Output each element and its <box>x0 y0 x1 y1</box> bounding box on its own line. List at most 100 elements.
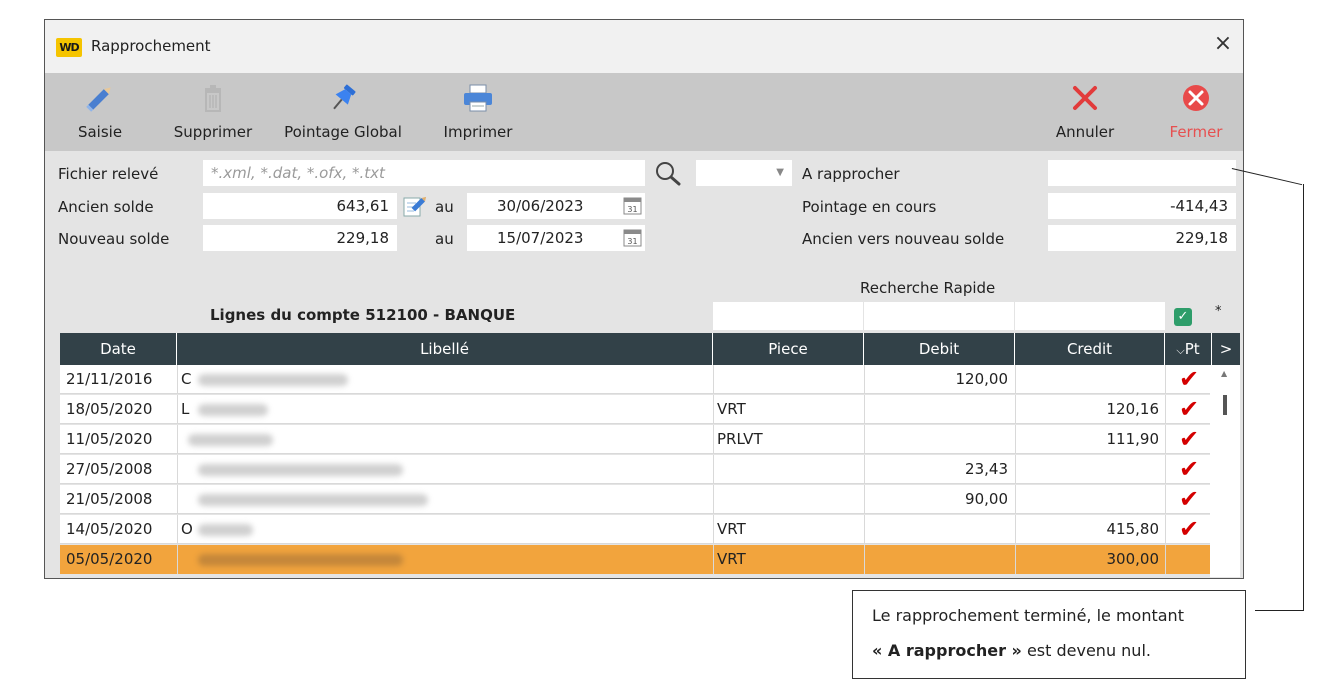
calendar-icon[interactable]: 31 <box>623 196 643 216</box>
saisie-label: Saisie <box>77 123 123 141</box>
nouveau-solde-field[interactable]: 229,18 <box>203 225 397 251</box>
table-row[interactable]: 21/11/2016 C 120,00 ✔ <box>60 365 1210 394</box>
table-header: Date Libellé Piece Debit Credit ⌵Pt > <box>60 333 1240 365</box>
ancien-vers-nouveau-label: Ancien vers nouveau solde <box>802 230 1005 248</box>
table-row[interactable]: 05/05/2020 VRT 300,00 <box>60 545 1210 574</box>
scroll-up-icon[interactable]: ▲ <box>1221 369 1227 378</box>
fichier-releve-input[interactable]: *.xml, *.dat, *.ofx, *.txt <box>203 160 645 186</box>
cell-credit: 120,16 <box>1106 400 1160 418</box>
calendar-day: 31 <box>627 205 637 214</box>
cell-debit <box>868 425 1008 454</box>
close-circle-icon <box>1153 81 1239 115</box>
rapprochement-window: WD Rapprochement × Saisie Supprimer Poin… <box>44 19 1244 579</box>
edit-note-icon[interactable] <box>401 192 429 220</box>
nouveau-date-field[interactable]: 15/07/2023 <box>467 225 645 251</box>
saisie-button[interactable]: Saisie <box>61 73 139 151</box>
a-rapprocher-label: A rapprocher <box>802 165 900 183</box>
pointage-global-button[interactable]: Pointage Global <box>271 73 415 151</box>
ancien-vers-nouveau-field: 229,18 <box>1048 225 1236 251</box>
column-more-button[interactable]: > <box>1212 333 1240 365</box>
scrollbar-thumb[interactable] <box>1223 395 1227 415</box>
fermer-button[interactable]: Fermer <box>1153 73 1239 151</box>
callout-line-1: Le rapprochement terminé, le montant <box>872 606 1184 625</box>
cell-piece: PRLVT <box>717 430 763 448</box>
title-bar: WD Rapprochement × <box>45 20 1243 73</box>
nouveau-au-label: au <box>435 230 454 248</box>
supprimer-button[interactable]: Supprimer <box>167 73 259 151</box>
table-row[interactable]: 18/05/2020 L VRT 120,16 ✔ <box>60 395 1210 424</box>
calendar-icon[interactable]: 31 <box>623 228 643 248</box>
pointage-global-label: Pointage Global <box>284 123 402 141</box>
quick-search-debit[interactable] <box>864 302 1014 330</box>
cell-date: 27/05/2008 <box>66 460 153 478</box>
callout-bold-text: « A rapprocher » <box>872 641 1022 660</box>
supprimer-label: Supprimer <box>173 123 253 141</box>
vertical-scrollbar[interactable]: ▲ <box>1210 365 1240 577</box>
cell-piece: VRT <box>717 520 746 538</box>
imprimer-button[interactable]: Imprimer <box>433 73 523 151</box>
annuler-button[interactable]: Annuler <box>1045 73 1125 151</box>
chevron-down-icon: ▼ <box>776 167 784 178</box>
checkmark-icon[interactable]: ✔ <box>1168 365 1210 394</box>
pointage-en-cours-field: -414,43 <box>1048 193 1236 219</box>
cell-piece: VRT <box>717 400 746 418</box>
fichier-releve-label: Fichier relevé <box>58 165 159 183</box>
search-icon[interactable] <box>653 159 683 187</box>
table-row[interactable]: 11/05/2020 PRLVT 111,90 ✔ <box>60 425 1210 454</box>
cell-date: 21/05/2008 <box>66 490 153 508</box>
cell-debit: 23,43 <box>965 460 1008 478</box>
redacted-text <box>198 374 348 386</box>
cell-date: 14/05/2020 <box>66 520 153 538</box>
column-header-credit[interactable]: Credit <box>1015 333 1165 365</box>
cell-date: 05/05/2020 <box>66 550 153 568</box>
window-close-button[interactable]: × <box>1211 32 1235 56</box>
redacted-text <box>198 524 253 536</box>
callout-connector-vertical <box>1303 184 1304 611</box>
column-header-pt[interactable]: ⌵Pt <box>1165 333 1212 365</box>
quick-search-piece[interactable] <box>713 302 863 330</box>
grid-title: Lignes du compte 512100 - BANQUE <box>210 306 516 324</box>
cell-debit <box>868 545 1008 574</box>
ancien-au-label: au <box>435 198 454 216</box>
ancien-date-field[interactable]: 30/06/2023 <box>467 193 645 219</box>
redacted-text <box>198 404 268 416</box>
cell-debit <box>868 515 1008 544</box>
select-all-checkbox[interactable]: ✓ <box>1174 308 1192 326</box>
checkmark-icon[interactable]: ✔ <box>1168 395 1210 424</box>
chevron-down-icon: ⌵ <box>1176 344 1185 357</box>
fermer-label: Fermer <box>1169 123 1223 141</box>
checkmark-icon[interactable]: ✔ <box>1168 425 1210 454</box>
callout-rest-text: est devenu nul. <box>1021 641 1151 660</box>
table-row[interactable]: 27/05/2008 23,43 ✔ <box>60 455 1210 484</box>
ancien-solde-label: Ancien solde <box>58 198 154 216</box>
pin-icon <box>271 81 415 115</box>
toolbar: Saisie Supprimer Pointage Global Imprime… <box>45 73 1243 151</box>
format-select[interactable]: ▼ <box>696 160 792 186</box>
annuler-label: Annuler <box>1055 123 1115 141</box>
calendar-day: 31 <box>627 237 637 246</box>
redacted-text <box>198 464 403 476</box>
cell-piece <box>717 455 857 484</box>
redacted-text <box>198 554 403 566</box>
column-header-libelle[interactable]: Libellé <box>177 333 713 365</box>
table-row[interactable]: 21/05/2008 90,00 ✔ <box>60 485 1210 514</box>
cell-credit <box>1019 485 1159 514</box>
cell-debit <box>868 395 1008 424</box>
redacted-text <box>188 434 273 446</box>
ancien-solde-field[interactable]: 643,61 <box>203 193 397 219</box>
column-header-date[interactable]: Date <box>60 333 177 365</box>
cell-date: 21/11/2016 <box>66 370 153 388</box>
cell-piece: VRT <box>717 550 746 568</box>
checkmark-icon[interactable]: ✔ <box>1168 515 1210 544</box>
checkmark-icon[interactable]: ✔ <box>1168 485 1210 514</box>
quick-search-credit[interactable] <box>1015 302 1165 330</box>
column-header-debit[interactable]: Debit <box>864 333 1015 365</box>
a-rapprocher-field <box>1048 160 1236 186</box>
checkmark-icon[interactable]: ✔ <box>1168 455 1210 484</box>
nouveau-solde-label: Nouveau solde <box>58 230 170 248</box>
asterisk-label: * <box>1215 304 1222 319</box>
printer-icon <box>433 81 523 115</box>
table-row[interactable]: 14/05/2020 O VRT 415,80 ✔ <box>60 515 1210 544</box>
cell-piece <box>717 365 857 394</box>
column-header-piece[interactable]: Piece <box>713 333 864 365</box>
